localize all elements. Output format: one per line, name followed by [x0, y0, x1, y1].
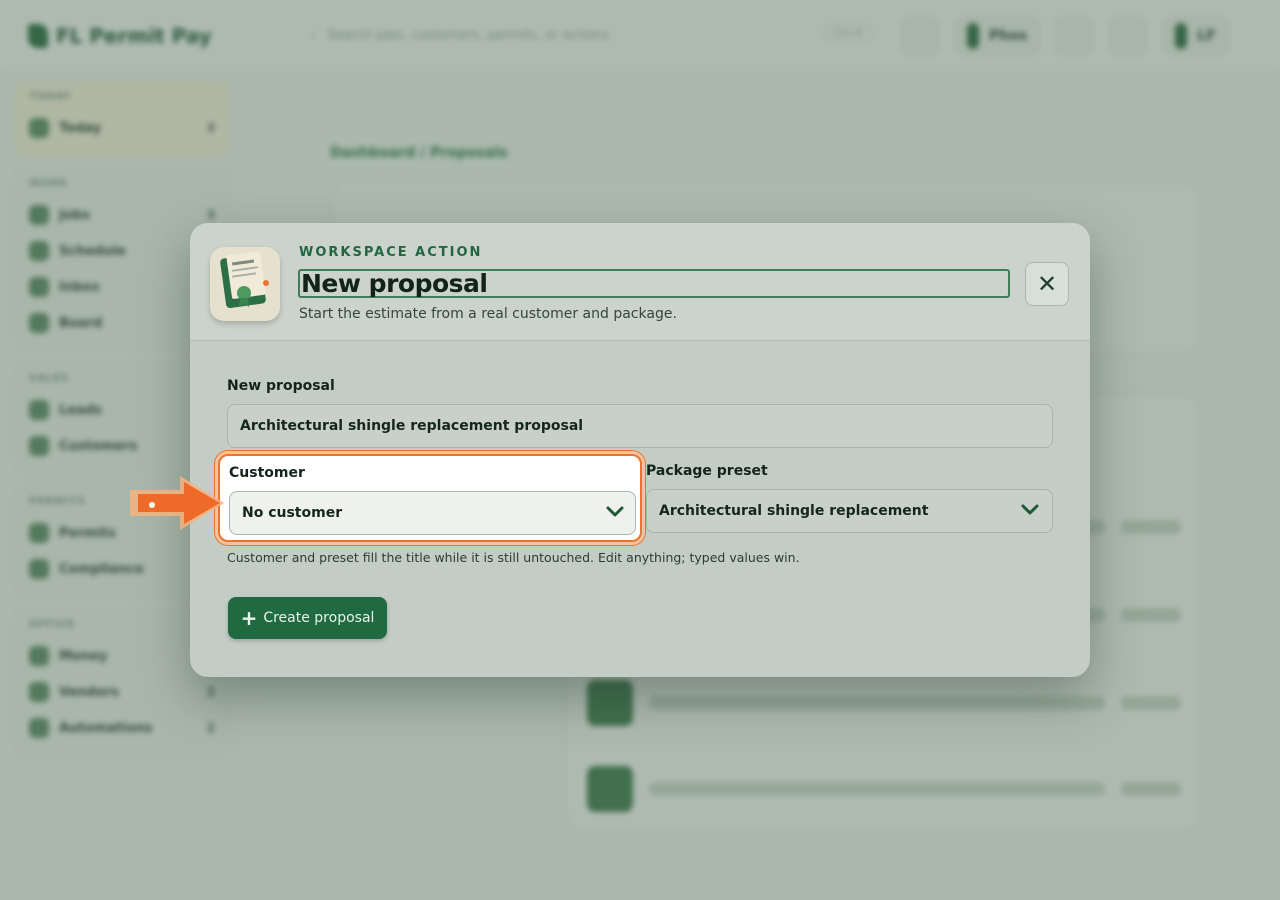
proposal-title-label: New proposal — [227, 378, 335, 394]
close-button[interactable]: ✕ — [1025, 262, 1069, 306]
dialog-title-focus-ring: New proposal — [298, 269, 1010, 298]
create-proposal-button[interactable]: + Create proposal — [228, 597, 387, 639]
plus-icon: + — [240, 606, 258, 630]
proposal-document-icon — [210, 247, 280, 321]
create-proposal-label: Create proposal — [263, 610, 375, 626]
customer-label: Customer — [229, 465, 305, 481]
dialog-title: New proposal — [301, 269, 488, 298]
package-preset-select[interactable]: Architectural shingle replacement — [646, 489, 1053, 533]
proposal-title-input[interactable] — [227, 404, 1053, 448]
dialog-subtitle: Start the estimate from a real customer … — [299, 306, 677, 322]
package-preset-label: Package preset — [646, 463, 768, 479]
chevron-down-icon — [1021, 504, 1039, 515]
customer-select[interactable]: No customer — [229, 491, 636, 535]
chevron-down-icon — [606, 506, 624, 517]
package-preset-value: Architectural shingle replacement — [659, 503, 929, 519]
dialog-header: WORKSPACE ACTION New proposal Start the … — [190, 223, 1090, 341]
customer-value: No customer — [242, 505, 343, 521]
dialog-eyebrow: WORKSPACE ACTION — [299, 245, 483, 260]
pointer-arrow-icon — [130, 476, 224, 530]
customer-field-highlight: Customer No customer — [218, 454, 642, 542]
close-icon: ✕ — [1036, 270, 1058, 298]
help-text: Customer and preset fill the title while… — [227, 550, 800, 565]
new-proposal-dialog: WORKSPACE ACTION New proposal Start the … — [190, 223, 1090, 677]
